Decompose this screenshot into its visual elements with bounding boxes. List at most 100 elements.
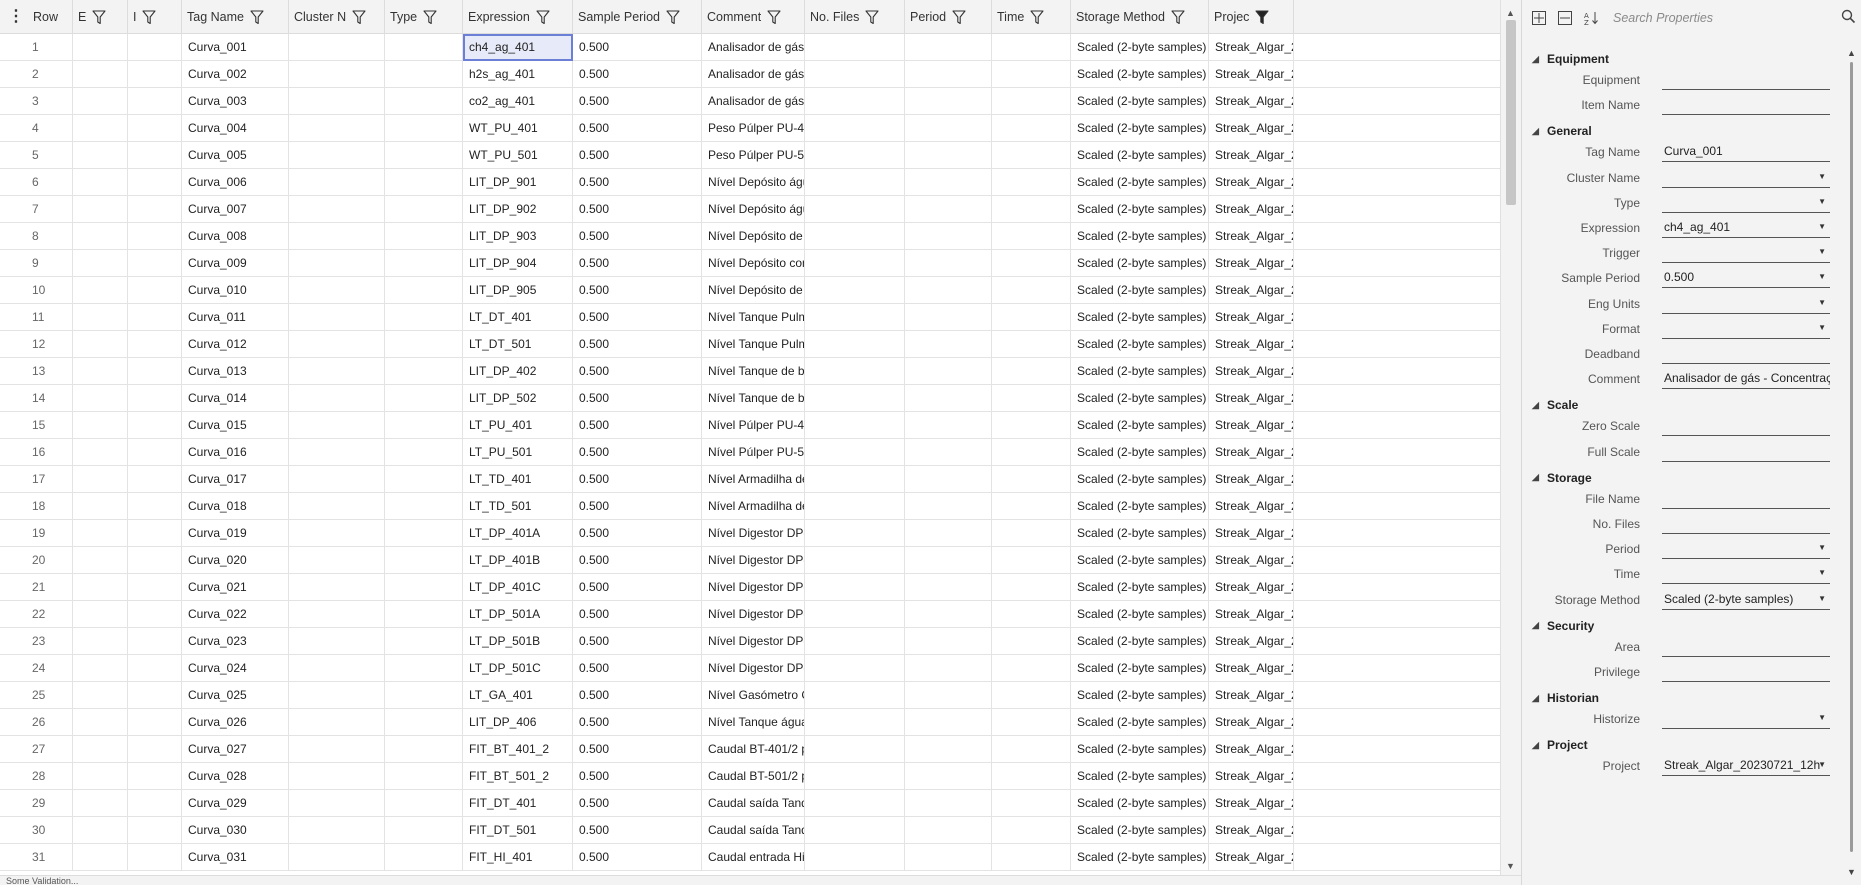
empty-cell[interactable]	[289, 385, 385, 412]
empty-cell[interactable]	[128, 115, 182, 142]
storage-method-cell[interactable]: Scaled (2-byte samples)	[1071, 277, 1209, 304]
project-cell[interactable]: Streak_Algar_20	[1209, 277, 1294, 304]
tag-name-cell[interactable]: Curva_019	[182, 520, 289, 547]
tag-name-cell[interactable]: Curva_010	[182, 277, 289, 304]
empty-cell[interactable]	[385, 709, 463, 736]
empty-cell[interactable]	[905, 115, 992, 142]
storage-method-cell[interactable]: Scaled (2-byte samples)	[1071, 331, 1209, 358]
chevron-down-icon[interactable]: ▼	[1818, 191, 1826, 212]
collapse-caret-icon[interactable]: ◢	[1532, 693, 1542, 704]
sample-period-cell[interactable]: 0.500	[573, 790, 702, 817]
sort-alphabetical-icon[interactable]: AZ	[1582, 9, 1600, 27]
empty-cell[interactable]	[128, 250, 182, 277]
empty-cell[interactable]	[385, 763, 463, 790]
comment-cell[interactable]: Nível Depósito de li	[702, 223, 805, 250]
empty-cell[interactable]	[289, 493, 385, 520]
tag-name-cell[interactable]: Curva_022	[182, 601, 289, 628]
empty-cell[interactable]	[805, 682, 905, 709]
expression-cell[interactable]: LIT_DP_905	[463, 277, 573, 304]
project-cell[interactable]: Streak_Algar_20	[1209, 304, 1294, 331]
filter-icon[interactable]	[423, 9, 437, 25]
comment-cell[interactable]: Caudal saída Tanq	[702, 790, 805, 817]
tag-name-cell[interactable]: Curva_016	[182, 439, 289, 466]
chevron-down-icon[interactable]: ▼	[1818, 754, 1826, 775]
empty-cell[interactable]	[128, 817, 182, 844]
sample-period-cell[interactable]: 0.500	[573, 628, 702, 655]
chevron-down-icon[interactable]: ▼	[1818, 588, 1826, 609]
empty-cell[interactable]	[805, 439, 905, 466]
expression-cell[interactable]: LT_TD_401	[463, 466, 573, 493]
empty-cell[interactable]	[128, 385, 182, 412]
filter-icon[interactable]	[952, 9, 966, 25]
storage-method-cell[interactable]: Scaled (2-byte samples)	[1071, 520, 1209, 547]
empty-cell[interactable]	[128, 223, 182, 250]
empty-cell[interactable]	[73, 763, 128, 790]
empty-cell[interactable]	[128, 331, 182, 358]
comment-cell[interactable]: Peso Púlper PU-401	[702, 115, 805, 142]
expression-cell[interactable]: ch4_ag_401	[463, 34, 573, 61]
comment-cell[interactable]: Peso Púlper PU-501	[702, 142, 805, 169]
sample-period-cell[interactable]: 0.500	[573, 331, 702, 358]
empty-cell[interactable]	[805, 169, 905, 196]
empty-cell[interactable]	[905, 34, 992, 61]
expression-cell[interactable]: LT_DP_501A	[463, 601, 573, 628]
collapse-all-icon[interactable]	[1556, 9, 1574, 27]
storage-method-cell[interactable]: Scaled (2-byte samples)	[1071, 682, 1209, 709]
empty-cell[interactable]	[128, 844, 182, 871]
chevron-down-icon[interactable]: ▼	[1818, 292, 1826, 313]
empty-cell[interactable]	[289, 277, 385, 304]
empty-cell[interactable]	[992, 34, 1071, 61]
comment-cell[interactable]: Nível Tanque água	[702, 709, 805, 736]
project-cell[interactable]: Streak_Algar_20	[1209, 223, 1294, 250]
tag-name-cell[interactable]: Curva_017	[182, 466, 289, 493]
expression-cell[interactable]: FIT_DT_401	[463, 790, 573, 817]
empty-cell[interactable]	[289, 142, 385, 169]
empty-cell[interactable]	[905, 304, 992, 331]
comment-cell[interactable]: Nível Digestor DP-5	[702, 628, 805, 655]
empty-cell[interactable]	[805, 655, 905, 682]
tag-name-cell[interactable]: Curva_004	[182, 115, 289, 142]
table-row[interactable]: 31 Curva_031 FIT_HI_401 0.500 Caudal entrada…	[0, 844, 1500, 871]
property-field-deadband[interactable]	[1662, 342, 1830, 364]
empty-cell[interactable]	[905, 88, 992, 115]
comment-cell[interactable]: Nível Digestor DP-4	[702, 520, 805, 547]
empty-cell[interactable]	[992, 250, 1071, 277]
comment-cell[interactable]: Caudal saída Tanq	[702, 817, 805, 844]
expression-cell[interactable]: LIT_DP_901	[463, 169, 573, 196]
empty-cell[interactable]	[385, 331, 463, 358]
empty-cell[interactable]	[385, 61, 463, 88]
filter-icon[interactable]	[666, 9, 680, 25]
sample-period-cell[interactable]: 0.500	[573, 736, 702, 763]
empty-cell[interactable]	[289, 61, 385, 88]
empty-cell[interactable]	[128, 196, 182, 223]
empty-cell[interactable]	[128, 520, 182, 547]
chevron-down-icon[interactable]: ▼	[1818, 707, 1826, 728]
property-field-trigger[interactable]: ▼	[1662, 241, 1830, 264]
filter-icon[interactable]	[536, 9, 550, 25]
empty-cell[interactable]	[289, 601, 385, 628]
empty-cell[interactable]	[289, 169, 385, 196]
empty-cell[interactable]	[289, 844, 385, 871]
chevron-down-icon[interactable]: ▼	[1818, 537, 1826, 558]
empty-cell[interactable]	[805, 412, 905, 439]
filter-icon[interactable]	[352, 9, 366, 25]
expression-cell[interactable]: LT_DP_401B	[463, 547, 573, 574]
storage-method-cell[interactable]: Scaled (2-byte samples)	[1071, 250, 1209, 277]
empty-cell[interactable]	[905, 358, 992, 385]
comment-cell[interactable]: Caudal entrada Hid	[702, 844, 805, 871]
empty-cell[interactable]	[805, 520, 905, 547]
empty-cell[interactable]	[73, 709, 128, 736]
sample-period-cell[interactable]: 0.500	[573, 520, 702, 547]
empty-cell[interactable]	[289, 115, 385, 142]
empty-cell[interactable]	[289, 304, 385, 331]
empty-cell[interactable]	[905, 277, 992, 304]
expression-cell[interactable]: LT_DT_401	[463, 304, 573, 331]
empty-cell[interactable]	[905, 223, 992, 250]
table-row[interactable]: 12 Curva_012 LT_DT_501 0.500 Nível Tanque Pu…	[0, 331, 1500, 358]
empty-cell[interactable]	[73, 817, 128, 844]
filter-icon[interactable]	[352, 9, 366, 25]
sample-period-cell[interactable]: 0.500	[573, 34, 702, 61]
grid-vertical-scrollbar[interactable]: ▲ ▼	[1500, 0, 1521, 875]
empty-cell[interactable]	[905, 520, 992, 547]
storage-method-cell[interactable]: Scaled (2-byte samples)	[1071, 61, 1209, 88]
